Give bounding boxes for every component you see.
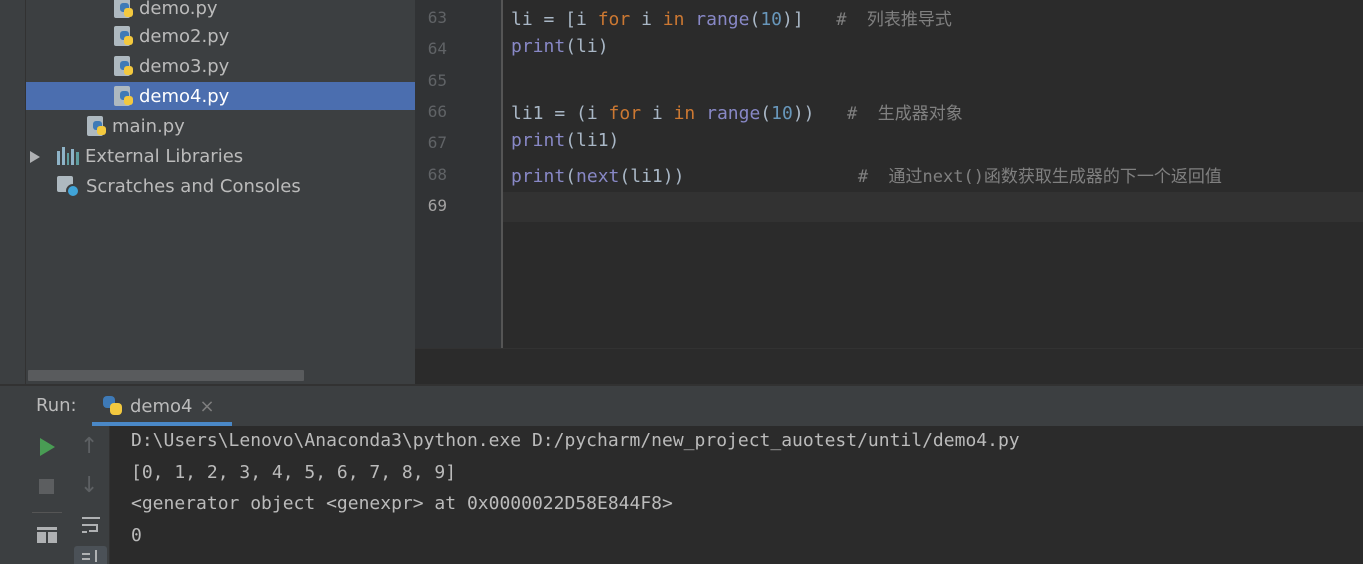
library-icon [57,147,79,165]
tree-item-label: demo3.py [139,55,230,77]
tree-item-demo3-py[interactable]: demo3.py [26,52,415,80]
line-number: 65 [427,70,447,90]
tree-item-demo4-py[interactable]: demo4.py [26,82,415,110]
layout-icon[interactable] [37,527,57,543]
python-file-icon [114,25,134,47]
code-token: for [608,102,642,124]
python-file-icon [114,0,134,19]
console-line: [0, 1, 2, 3, 4, 5, 6, 7, 8, 9] [131,461,457,483]
line-number: 68 [427,164,447,184]
toolbar-separator [32,512,62,513]
scroll-to-end-icon[interactable] [74,546,107,564]
code-token: range [706,102,761,124]
code-line[interactable]: print(li1) [511,130,619,151]
code-token: for [597,9,631,30]
up-arrow-icon[interactable]: ↑ [80,434,98,459]
soft-wrap-icon[interactable] [80,514,102,536]
tree-item-label: demo4.py [139,85,230,107]
tree-item-label: Scratches and Consoles [86,175,301,197]
code-token: # 生成器对象 [847,103,963,124]
code-token: (li) [565,36,609,58]
python-icon [102,395,124,417]
code-token: (li1) [565,130,620,152]
rerun-play-icon[interactable] [40,438,55,456]
code-line[interactable]: print(next(li1)) # 通过next()函数获取生成器的下一个返回… [511,162,1222,187]
code-token: range [695,9,750,30]
line-number: 64 [427,39,447,59]
stop-icon[interactable] [39,479,54,494]
tool-window-strip [0,0,26,384]
tree-item-label: demo2.py [139,25,230,47]
code-token: i [641,102,674,124]
code-token: # 通过next()函数获取生成器的下一个返回值 [857,166,1222,187]
code-token: 10 [760,9,782,30]
line-number: 66 [427,101,447,121]
console-line: 0 [131,524,142,546]
code-token: print [511,130,566,152]
close-tab-icon[interactable]: × [200,396,215,417]
tree-item-main-py[interactable]: main.py [26,112,415,140]
code-token: in [673,102,696,124]
run-tab-demo4[interactable]: demo4 × [92,386,232,426]
code-token: i [576,9,598,30]
run-panel-label: Run: [36,395,77,416]
code-token: ( [565,165,577,187]
code-token: )) [792,102,848,124]
python-file-icon [114,55,134,77]
code-line[interactable]: li = [i for i in range(10)] # 列表推导式 [511,5,952,30]
python-file-icon [114,85,134,107]
current-line-highlight [503,192,1363,222]
code-token: in [662,9,685,30]
code-token: print [511,165,566,187]
code-token: li1 = (i [511,102,609,124]
scratches-icon [57,174,81,198]
code-token: 10 [771,102,793,124]
console-line: <generator object <genexpr> at 0x0000022… [131,493,673,514]
code-token: i [630,9,663,30]
tree-item-demo2-py[interactable]: demo2.py [26,22,415,50]
code-line[interactable]: print(li) [511,36,609,57]
line-number: 69 [427,195,447,215]
code-token: ( [749,9,761,30]
code-token: next [576,165,620,187]
code-token: # 列表推导式 [836,10,952,30]
tree-item-label: demo.py [139,0,218,19]
tree-item-scratches-and-consoles[interactable]: Scratches and Consoles [26,172,415,200]
console-line: D:\Users\Lenovo\Anaconda3\python.exe D:/… [131,430,1020,451]
tree-item-external-libraries[interactable]: External Libraries [26,142,415,170]
code-token: )] [782,9,837,30]
run-tab-label: demo4 [130,395,193,417]
editor-bottom-area [415,348,1363,384]
tree-scrollbar-thumb[interactable] [28,370,304,381]
tree-item-demo-py[interactable]: demo.py [26,0,415,22]
code-token: ( [760,102,772,124]
code-token: li = [ [511,9,577,30]
line-number: 67 [427,133,447,153]
python-file-icon [87,115,107,137]
tree-item-label: External Libraries [85,145,244,167]
line-number: 63 [427,8,447,27]
code-token: print [511,36,566,58]
code-line[interactable]: li1 = (i for i in range(10)) # 生成器对象 [511,99,963,124]
expand-arrow-icon[interactable] [30,151,40,163]
code-token: (li1)) [619,165,858,187]
tree-item-label: main.py [112,115,185,137]
down-arrow-icon[interactable]: ↓ [80,473,98,498]
gutter-separator [501,0,503,348]
